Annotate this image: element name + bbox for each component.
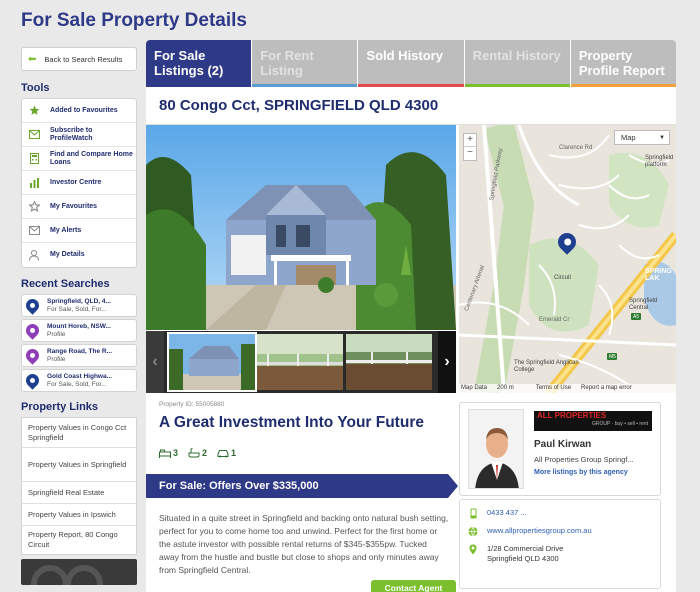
tool-my-details[interactable]: My Details <box>22 243 136 267</box>
location-pin-icon <box>468 544 478 555</box>
agent-website-link[interactable]: www.allpropertiesgroup.com.au <box>487 526 592 535</box>
tool-added-to-favourites[interactable]: Added to Favourites <box>22 99 136 123</box>
map-label: Clarence Rd <box>559 145 593 151</box>
tab-sold-history[interactable]: Sold History <box>358 40 465 87</box>
chevron-right-icon[interactable]: › <box>438 331 456 393</box>
thumbnail-strip: ‹ › <box>146 331 456 393</box>
property-links-heading: Property Links <box>21 401 99 413</box>
tab-bar: For Sale Listings (2) For Rent Listing S… <box>146 40 676 87</box>
agent-website-row: www.allpropertiesgroup.com.au <box>468 526 592 537</box>
map-label: Springfield platform <box>645 155 674 168</box>
car-spaces-feature: 1 <box>217 448 236 458</box>
tools-heading: Tools <box>21 82 50 94</box>
tool-subscribe-profilewatch[interactable]: Subscribe to ProfileWatch <box>22 123 136 147</box>
car-icon <box>217 449 229 458</box>
person-icon <box>28 249 40 261</box>
recent-searches-heading: Recent Searches <box>21 278 110 290</box>
agent-phone-link[interactable]: 0433 437 ... <box>487 508 527 517</box>
globe-icon <box>468 526 478 537</box>
property-link[interactable]: Property Values in Congo Cct Springfield <box>22 418 136 448</box>
recent-search-item[interactable]: Gold Coast Highwa... For Sale, Sold, For.… <box>21 369 137 392</box>
map-label: Springfield Central <box>629 298 658 311</box>
map-pin-icon <box>23 321 42 340</box>
map-label: M5 <box>609 354 616 360</box>
phone-icon <box>468 508 478 519</box>
zoom-in-button[interactable]: + <box>464 134 476 147</box>
property-links-list: Property Values in Congo Cct Springfield… <box>21 417 137 555</box>
agent-name: Paul Kirwan <box>534 439 592 450</box>
contact-agent-button[interactable]: Contact Agent <box>371 580 456 592</box>
caret-down-icon: ▼ <box>659 135 665 141</box>
property-link[interactable]: Property Report, 80 Congo Circuit <box>22 526 136 554</box>
property-link[interactable]: Property Values in Springfield <box>22 448 136 482</box>
calculator-icon <box>28 153 40 165</box>
property-features: 3 2 1 <box>159 448 236 458</box>
zoom-out-button[interactable]: − <box>464 147 476 160</box>
agent-phone-row: 0433 437 ... <box>468 508 527 519</box>
map-label: SPRING LAK <box>645 268 672 282</box>
map-terms-link[interactable]: Terms of Use <box>536 384 571 393</box>
bedrooms-feature: 3 <box>159 448 178 458</box>
star-icon <box>28 105 40 117</box>
map-report-link[interactable]: Report a map error <box>581 384 632 393</box>
agent-card: ALL PROPERTIES GROUP · buy • sell • rent… <box>459 402 661 496</box>
listing-headline: A Great Investment Into Your Future <box>159 414 424 431</box>
listing-description: Situated in a quite street in Springfiel… <box>159 513 449 575</box>
agent-photo[interactable] <box>468 409 524 489</box>
map-type-select[interactable]: Map ▼ <box>614 130 670 145</box>
bed-icon <box>159 449 171 458</box>
map-label: The Springfield Anglican College <box>514 360 579 373</box>
map-label: A5 <box>633 314 640 320</box>
property-id: Property ID: 55005880 <box>159 401 225 408</box>
bathrooms-feature: 2 <box>188 448 207 458</box>
tool-investor-centre[interactable]: Investor Centre <box>22 171 136 195</box>
property-main-photo[interactable] <box>146 125 456 330</box>
property-link[interactable]: Property Values in Ipswich <box>22 504 136 526</box>
recent-searches-list: Springfield, QLD, 4... For Sale, Sold, Fo… <box>21 294 137 392</box>
map-label: Circuit <box>554 275 572 281</box>
tab-property-profile-report[interactable]: Property Profile Report <box>570 40 676 87</box>
property-link[interactable]: Springfield Real Estate <box>22 482 136 504</box>
chart-icon <box>28 177 40 189</box>
more-listings-link[interactable]: More listings by this agency <box>534 469 628 476</box>
back-label: Back to Search Results <box>44 54 123 64</box>
location-map[interactable]: Springfield Parkway Clarence Rd Springfi… <box>459 125 676 393</box>
main-panel: For Sale Listings (2) For Rent Listing S… <box>146 40 676 592</box>
tool-my-alerts[interactable]: My Alerts <box>22 219 136 243</box>
tab-rental-history[interactable]: Rental History <box>464 40 571 87</box>
map-label: Emerald Cr <box>539 317 570 323</box>
envelope-icon <box>28 225 40 237</box>
map-footer: Map Data 200 m Terms of Use Report a map… <box>459 384 676 393</box>
recent-search-item[interactable]: Range Road, The R... Profile <box>21 344 137 367</box>
envelope-icon <box>28 129 40 141</box>
back-to-search-button[interactable]: ⬅ Back to Search Results <box>21 47 137 71</box>
star-outline-icon <box>28 201 40 213</box>
thumbnail-photo-3[interactable] <box>346 334 432 390</box>
agent-address-row: 1/28 Commercial Drive Springfield QLD 430… <box>468 544 563 564</box>
map-zoom-control: + − <box>463 133 477 161</box>
tools-panel: Added to Favourites Subscribe to Profile… <box>21 98 137 268</box>
sidebar: ⬅ Back to Search Results Tools Added to … <box>21 47 137 585</box>
property-address: 80 Congo Cct, SPRINGFIELD QLD 4300 <box>146 87 676 125</box>
sidebar-banner[interactable] <box>21 559 137 585</box>
tool-home-loans[interactable]: Find and Compare Home Loans <box>22 147 136 171</box>
map-pin-icon <box>23 296 42 315</box>
tab-for-rent-listing[interactable]: For Rent Listing <box>252 40 359 87</box>
recent-search-item[interactable]: Mount Horeb, NSW... Profile <box>21 319 137 342</box>
agency-name: All Properties Group Springf... <box>534 455 634 464</box>
thumbnail-photo-2[interactable] <box>257 334 343 390</box>
map-pin-icon <box>23 371 42 390</box>
recent-search-item[interactable]: Springfield, QLD, 4... For Sale, Sold, Fo… <box>21 294 137 317</box>
tab-for-sale-listings[interactable]: For Sale Listings (2) <box>146 40 253 87</box>
bath-icon <box>188 448 200 458</box>
thumbnail-photo-1[interactable] <box>167 332 257 392</box>
map-pin-icon <box>23 346 42 365</box>
price-banner: For Sale: Offers Over $335,000 <box>146 474 458 498</box>
agent-contact-card: 0433 437 ... www.allpropertiesgroup.com.… <box>459 499 661 589</box>
agency-logo[interactable]: ALL PROPERTIES GROUP · buy • sell • rent <box>534 411 652 431</box>
page-title: For Sale Property Details <box>21 10 247 31</box>
tool-my-favourites[interactable]: My Favourites <box>22 195 136 219</box>
chevron-left-icon[interactable]: ‹ <box>146 331 164 393</box>
arrow-left-icon: ⬅ <box>28 53 37 65</box>
